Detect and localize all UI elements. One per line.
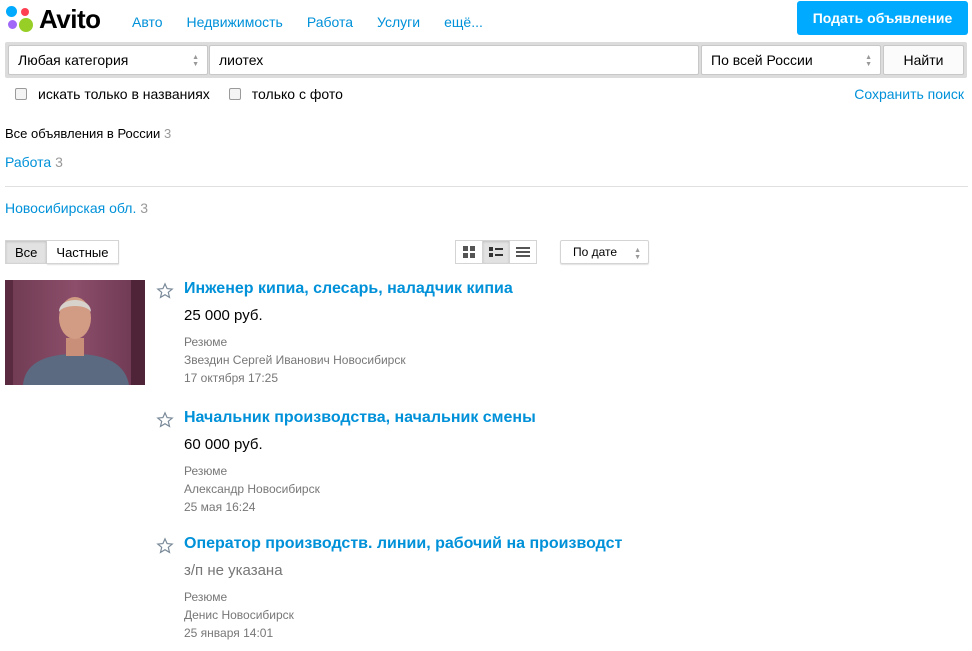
- list-view-button[interactable]: [482, 240, 510, 264]
- listing-price: з/п не указана: [184, 562, 283, 579]
- listing-seller: Денис Новосибирск: [184, 608, 294, 622]
- category-select-value: Любая категория: [18, 52, 129, 68]
- seller-type-toggle: Все Частные: [5, 240, 119, 264]
- divider: [5, 186, 968, 187]
- logo-text: Avito: [39, 4, 101, 34]
- listing-price: 25 000 руб.: [184, 307, 263, 324]
- listing-title[interactable]: Оператор производств. линии, рабочий на …: [184, 535, 622, 553]
- list-icon: [489, 247, 503, 257]
- seller-all-button[interactable]: Все: [5, 240, 48, 264]
- listing-seller: Александр Новосибирск: [184, 482, 320, 496]
- person-photo: [5, 280, 145, 385]
- listing-photo[interactable]: [5, 280, 145, 385]
- nav-realty[interactable]: Недвижимость: [187, 14, 283, 30]
- listing-price: 60 000 руб.: [184, 436, 263, 453]
- category-filter-count: 3: [55, 154, 63, 170]
- search-input[interactable]: лиотех: [209, 45, 699, 75]
- nav-services[interactable]: Услуги: [377, 14, 420, 30]
- favorite-star-icon[interactable]: [156, 282, 174, 300]
- checkbox-icon[interactable]: [228, 88, 241, 100]
- listing-date: 25 мая 16:24: [184, 500, 256, 514]
- select-arrows-icon: ▲ ▼: [634, 247, 641, 261]
- region-select[interactable]: По всей России ▲ ▼: [701, 45, 881, 75]
- only-titles-checkbox[interactable]: искать только в названиях: [15, 86, 210, 102]
- region-filter-link[interactable]: Новосибирская обл.: [5, 200, 136, 216]
- post-ad-button[interactable]: Подать объявление: [797, 1, 968, 35]
- find-button[interactable]: Найти: [883, 45, 964, 75]
- sort-select[interactable]: По дате ▲ ▼: [560, 240, 649, 264]
- search-bar: Любая категория ▲ ▼ лиотех По всей России…: [5, 42, 967, 78]
- only-photo-checkbox[interactable]: только с фото: [228, 86, 343, 102]
- select-arrows-icon: ▲ ▼: [865, 54, 872, 68]
- region-filter-count: 3: [140, 200, 149, 216]
- only-photo-label: только с фото: [251, 86, 343, 102]
- listing-seller: Звездин Сергей Иванович Новосибирск: [184, 353, 406, 367]
- select-arrows-icon: ▲ ▼: [192, 54, 199, 68]
- only-titles-label: искать только в названиях: [38, 86, 210, 102]
- top-nav: Авто Недвижимость Работа Услуги ещё...: [132, 14, 507, 30]
- category-filter-link[interactable]: Работа: [5, 154, 51, 170]
- save-search-link[interactable]: Сохранить поиск: [854, 86, 964, 102]
- listing-type: Резюме: [184, 464, 228, 478]
- listing-date: 25 января 14:01: [184, 626, 274, 640]
- sort-select-value: По дате: [573, 245, 618, 259]
- all-ads-breadcrumb: Все объявления в России 3: [5, 126, 171, 141]
- search-options: искать только в названиях только с фото: [15, 86, 362, 102]
- nav-more[interactable]: ещё...: [444, 14, 483, 30]
- listing-type: Резюме: [184, 590, 228, 604]
- avito-logo[interactable]: Avito: [6, 5, 101, 33]
- compact-view-button[interactable]: [509, 240, 537, 264]
- seller-private-button[interactable]: Частные: [47, 240, 119, 264]
- listing-type: Резюме: [184, 335, 228, 349]
- region-filter: Новосибирская обл. 3: [5, 200, 148, 216]
- favorite-star-icon[interactable]: [156, 411, 174, 429]
- listing-title[interactable]: Начальник производства, начальник смены: [184, 409, 536, 427]
- all-ads-label: Все объявления в России: [5, 126, 161, 141]
- lines-icon: [516, 247, 530, 257]
- category-select[interactable]: Любая категория ▲ ▼: [8, 45, 208, 75]
- favorite-star-icon[interactable]: [156, 537, 174, 555]
- checkbox-icon[interactable]: [15, 88, 27, 100]
- search-input-value: лиотех: [219, 52, 264, 68]
- gallery-view-button[interactable]: [455, 240, 483, 264]
- region-select-value: По всей России: [711, 52, 813, 68]
- listing-title[interactable]: Инженер кипиа, слесарь, наладчик кипиа: [184, 280, 513, 298]
- all-ads-count: 3: [163, 126, 172, 141]
- logo-dots-icon: [6, 5, 36, 33]
- grid-icon: [463, 246, 475, 258]
- view-mode-toggle: [455, 240, 537, 264]
- category-filter: Работа 3: [5, 154, 63, 170]
- listing-date: 17 октября 17:25: [184, 371, 279, 385]
- nav-jobs[interactable]: Работа: [307, 14, 353, 30]
- nav-auto[interactable]: Авто: [132, 14, 163, 30]
